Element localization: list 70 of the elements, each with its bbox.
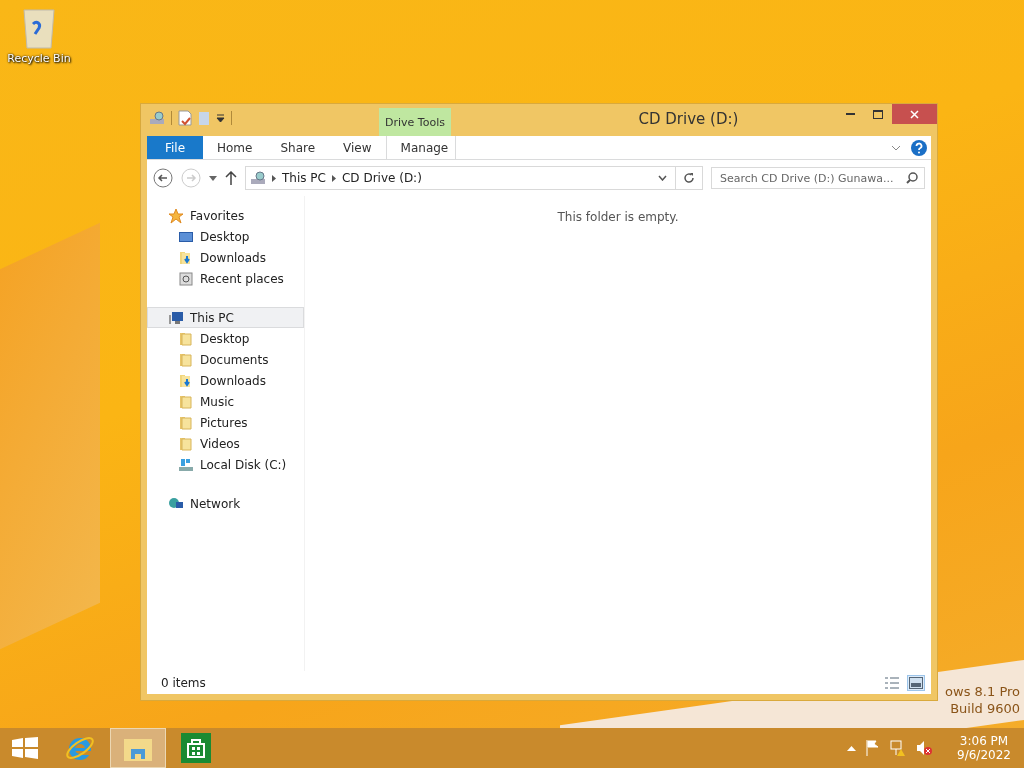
file-tab[interactable]: File <box>147 136 203 159</box>
up-button[interactable] <box>225 171 237 185</box>
nav-tree-item[interactable]: Videos <box>147 433 304 454</box>
volume-button[interactable] <box>916 740 932 756</box>
recent-places-icon <box>178 270 194 287</box>
chevron-icon <box>272 174 276 182</box>
nav-tree-item[interactable]: Pictures <box>147 412 304 433</box>
star-icon <box>168 207 184 224</box>
empty-folder-message: This folder is empty. <box>557 210 679 226</box>
windows-logo-icon <box>12 737 38 759</box>
search-icon <box>906 172 918 184</box>
help-icon[interactable] <box>911 139 927 156</box>
item-count: 0 items <box>161 675 206 690</box>
picture-icon <box>909 676 923 689</box>
breadcrumb[interactable]: CD Drive (D:) <box>341 171 422 185</box>
nav-tree-item[interactable]: Desktop <box>147 226 304 247</box>
edition-watermark: Build 9600 <box>950 701 1020 716</box>
folder-icon <box>178 414 194 431</box>
close-icon <box>910 109 919 119</box>
computer-icon <box>168 309 184 326</box>
address-bar[interactable]: This PC CD Drive (D:) <box>245 166 703 190</box>
network-status-button[interactable] <box>890 740 906 756</box>
maximize-icon <box>873 109 883 119</box>
back-button[interactable] <box>153 168 173 188</box>
clock-time: 3:06 PM <box>959 734 1009 748</box>
up-arrow-icon <box>225 171 237 185</box>
nav-tree-item[interactable]: Favorites <box>147 205 304 226</box>
window-title: CD Drive (D:) <box>637 110 740 128</box>
minimize-icon <box>845 113 855 115</box>
up-caret-icon <box>847 745 856 751</box>
network-warning-icon <box>890 740 906 756</box>
nav-tree-item[interactable]: Local Disk (C:) <box>147 454 304 475</box>
trash-bin-icon[interactable] <box>21 6 57 50</box>
context-tab-group: Drive Tools <box>379 108 451 136</box>
chevron-icon <box>331 174 336 182</box>
clock-date: 9/6/2022 <box>957 748 1011 762</box>
folder-icon <box>178 330 194 347</box>
flag-icon <box>866 740 880 756</box>
nav-tree-item[interactable]: Music <box>147 391 304 412</box>
ribbon-tab[interactable]: Manage <box>385 136 456 159</box>
nav-tree-item[interactable]: Downloads <box>147 370 304 391</box>
nav-tree-item[interactable]: Downloads <box>147 247 304 268</box>
disc-drive-icon <box>250 170 266 186</box>
nav-tree-item[interactable]: Recent places <box>147 268 304 289</box>
disc-drive-icon <box>149 110 165 126</box>
nav-tree-item[interactable]: This PC <box>147 307 304 328</box>
list-icon <box>885 676 899 689</box>
dropdown-caret-icon[interactable] <box>216 114 225 122</box>
chevron-down-icon <box>658 175 667 181</box>
taskbar-app-button[interactable] <box>110 728 166 768</box>
recent-locations-button[interactable] <box>209 175 217 181</box>
expand-ribbon-icon[interactable] <box>891 144 901 151</box>
caret-icon <box>209 175 217 181</box>
nav-tree-item[interactable]: Network <box>147 493 304 514</box>
edition-watermark: ows 8.1 Pro <box>945 684 1020 699</box>
drive-icon <box>178 456 194 473</box>
folder-icon <box>178 435 194 452</box>
speaker-muted-icon <box>916 740 932 756</box>
folder-icon <box>178 351 194 368</box>
action-center-button[interactable] <box>866 740 880 756</box>
refresh-icon <box>683 172 695 184</box>
shopping-bag-icon <box>181 733 211 763</box>
search-field[interactable]: Search CD Drive (D:) Gunawa... <box>711 167 925 189</box>
nav-tree-item[interactable]: Desktop <box>147 328 304 349</box>
breadcrumb[interactable]: This PC <box>282 171 326 185</box>
thumbnails-view-button[interactable] <box>907 674 925 691</box>
nav-tree-item[interactable]: Documents <box>147 349 304 370</box>
folder-icon <box>178 393 194 410</box>
show-hidden-icons-button[interactable] <box>847 745 856 751</box>
properties-icon[interactable] <box>178 110 192 126</box>
